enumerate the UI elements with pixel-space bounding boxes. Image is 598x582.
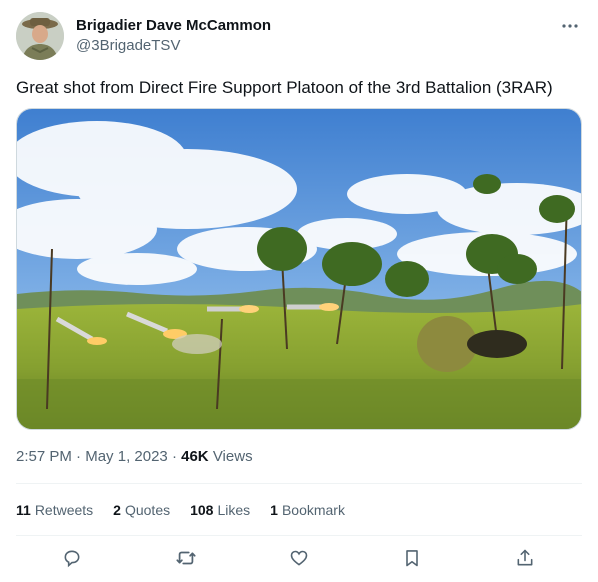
likes-stat[interactable]: 108 Likes: [190, 500, 250, 520]
retweets-stat[interactable]: 11 Retweets: [16, 500, 93, 520]
reply-icon: [64, 550, 80, 568]
tweet-meta: 2:57 PM · May 1, 2023 · 46K Views: [16, 447, 253, 467]
views-label: Views: [208, 448, 253, 465]
reply-button[interactable]: [58, 544, 86, 572]
tweet-photo[interactable]: [16, 108, 582, 430]
tweet-date[interactable]: May 1, 2023: [85, 448, 168, 465]
author-display-name[interactable]: Brigadier Dave McCammon: [76, 16, 271, 36]
meta-separator-2: ·: [167, 448, 182, 465]
tweet-stats: 11 Retweets 2 Quotes 108 Likes 1 Bookmark: [16, 500, 345, 520]
retweet-icon: [176, 551, 196, 565]
bookmarks-stat[interactable]: 1 Bookmark: [270, 500, 345, 520]
bookmark-button[interactable]: [398, 544, 426, 572]
quotes-label: Quotes: [124, 502, 171, 518]
share-button[interactable]: [511, 544, 539, 572]
more-options-button[interactable]: [558, 14, 582, 38]
tweet-text: Great shot from Direct Fire Support Plat…: [16, 78, 553, 97]
retweet-button[interactable]: [172, 544, 200, 572]
action-bar: [16, 544, 582, 572]
divider: [16, 535, 582, 536]
likes-count: 108: [190, 502, 214, 518]
bookmarks-label: Bookmark: [281, 502, 345, 518]
quotes-stat[interactable]: 2 Quotes: [113, 500, 170, 520]
divider: [16, 483, 582, 484]
views-count: 46K: [181, 448, 209, 465]
author-handle[interactable]: @3BrigadeTSV: [76, 36, 271, 56]
like-button[interactable]: [285, 544, 313, 572]
bookmark-icon: [406, 550, 418, 567]
likes-label: Likes: [217, 502, 251, 518]
bookmarks-count: 1: [270, 502, 278, 518]
retweets-label: Retweets: [34, 502, 94, 518]
tweet-time[interactable]: 2:57 PM: [16, 448, 72, 465]
avatar[interactable]: [16, 12, 64, 60]
author-names: Brigadier Dave McCammon @3BrigadeTSV: [76, 16, 271, 56]
meta-separator: ·: [71, 448, 86, 465]
heart-icon: [290, 550, 308, 566]
share-icon: [517, 549, 533, 566]
retweets-count: 11: [16, 502, 31, 518]
more-horizontal-icon: [562, 24, 578, 28]
tweet-header: Brigadier Dave McCammon @3BrigadeTSV: [16, 12, 582, 60]
quotes-count: 2: [113, 502, 121, 518]
